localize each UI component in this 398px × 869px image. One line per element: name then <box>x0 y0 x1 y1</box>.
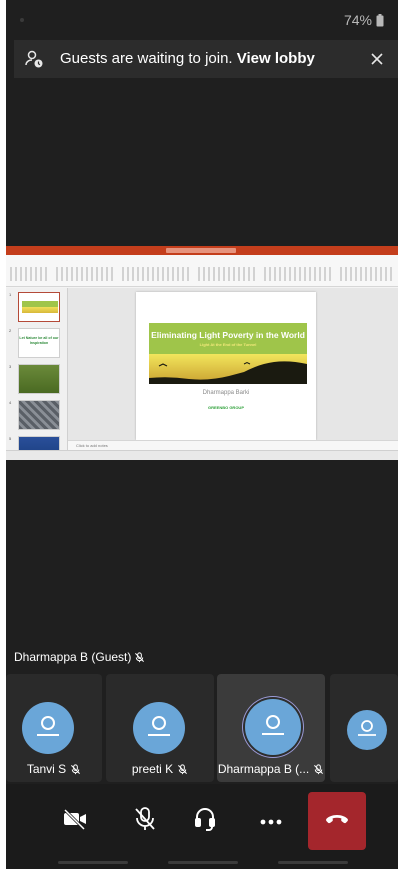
call-controls-bar <box>6 784 398 854</box>
avatar <box>133 702 185 754</box>
slide-thumbnail[interactable] <box>18 364 60 394</box>
participant-tile[interactable]: preeti K <box>106 674 214 782</box>
ppt-workspace: 1 2 Let Nature be all of our Inspiration… <box>6 288 398 460</box>
more-options-button[interactable] <box>246 792 296 850</box>
slide-thumbnail[interactable] <box>18 292 60 322</box>
mic-off-icon <box>177 763 188 775</box>
slide-thumbnail[interactable] <box>18 400 60 430</box>
slide-organization: GREENBO GROUP <box>207 405 244 410</box>
video-off-icon <box>62 808 88 835</box>
ribbon-group <box>340 267 394 281</box>
teams-meeting-screen: 74% Guests are waiting to join. View lob… <box>6 0 398 869</box>
slide-thumbnail-pane: 1 2 Let Nature be all of our Inspiration… <box>6 288 68 460</box>
lobby-message: Guests are waiting to join. View lobby <box>60 50 315 67</box>
active-speaker-label: Dharmappa B (Guest) <box>14 650 145 664</box>
navigation-gesture-bar <box>6 854 398 869</box>
notes-placeholder: Click to add notes <box>76 443 108 448</box>
thumb-number: 5 <box>9 436 12 441</box>
guest-waiting-icon <box>24 49 44 69</box>
ribbon-group <box>56 267 116 281</box>
notification-dot <box>20 18 24 22</box>
participant-name: Tanvi S <box>26 762 67 776</box>
mic-off-icon <box>133 806 157 837</box>
participant-name: Dharmappa B (... <box>217 762 310 776</box>
ppt-search-box <box>166 248 236 253</box>
ppt-title-bar <box>6 246 398 255</box>
hang-up-icon <box>325 812 349 830</box>
ribbon-group <box>264 267 334 281</box>
thumb-number: 1 <box>9 292 12 297</box>
participant-tile[interactable] <box>330 674 398 782</box>
participant-name-row: Dharmappa B (... <box>217 762 325 776</box>
mic-off-icon <box>70 763 81 775</box>
participant-name-row: preeti K <box>106 762 214 776</box>
ppt-status-bar <box>6 450 398 460</box>
headset-icon <box>194 806 216 837</box>
ppt-notes-pane[interactable]: Click to add notes <box>68 440 398 450</box>
slide-title-banner: Eliminating Light Poverty in the World L… <box>149 323 307 354</box>
end-call-button[interactable] <box>308 792 366 850</box>
slide-subtitle: Light At the End of the Tunnel <box>199 342 257 347</box>
view-lobby-link[interactable]: View lobby <box>237 50 315 67</box>
close-icon[interactable] <box>366 48 388 70</box>
thumbnail-text: Let Nature be all of our Inspiration <box>19 336 59 345</box>
mic-off-icon <box>134 651 145 663</box>
nav-handle[interactable] <box>168 861 238 864</box>
mic-off-icon <box>313 763 324 775</box>
participant-tile[interactable]: Tanvi S <box>6 674 102 782</box>
avatar <box>22 702 74 754</box>
slide-thumbnail[interactable]: Let Nature be all of our Inspiration <box>18 328 60 358</box>
current-slide: Eliminating Light Poverty in the World L… <box>136 292 316 440</box>
shared-screen-content[interactable]: 1 2 Let Nature be all of our Inspiration… <box>6 246 398 460</box>
participant-strip: Tanvi S preeti K Dharmappa B (... <box>6 674 398 782</box>
participant-name: preeti K <box>131 762 174 776</box>
thumb-number: 4 <box>9 400 12 405</box>
slide-title: Eliminating Light Poverty in the World <box>151 330 305 340</box>
avatar-speaking <box>245 699 301 755</box>
participant-name-row: Tanvi S <box>6 762 102 776</box>
avatar <box>347 710 387 750</box>
slide-author: Dharmappa Barki <box>202 390 250 396</box>
camera-toggle-button[interactable] <box>50 792 100 850</box>
ribbon-group <box>198 267 258 281</box>
active-speaker-name: Dharmappa B (Guest) <box>14 650 132 664</box>
battery-percentage: 74% <box>343 12 372 28</box>
participant-tile-active[interactable]: Dharmappa B (... <box>217 674 325 782</box>
audio-device-button[interactable] <box>180 792 230 850</box>
lobby-notification-banner: Guests are waiting to join. View lobby <box>14 40 398 78</box>
nav-handle[interactable] <box>58 861 128 864</box>
lobby-message-text: Guests are waiting to join. <box>60 50 233 67</box>
thumb-number: 3 <box>9 364 12 369</box>
ribbon-group <box>10 267 50 281</box>
more-icon <box>260 812 282 830</box>
thumb-number: 2 <box>9 328 12 333</box>
ppt-ribbon <box>6 255 398 287</box>
battery-icon <box>376 14 384 27</box>
status-bar: 74% <box>6 0 398 40</box>
mic-toggle-button[interactable] <box>120 792 170 850</box>
ribbon-group <box>122 267 192 281</box>
sunset-image <box>149 354 307 384</box>
nav-handle[interactable] <box>278 861 348 864</box>
